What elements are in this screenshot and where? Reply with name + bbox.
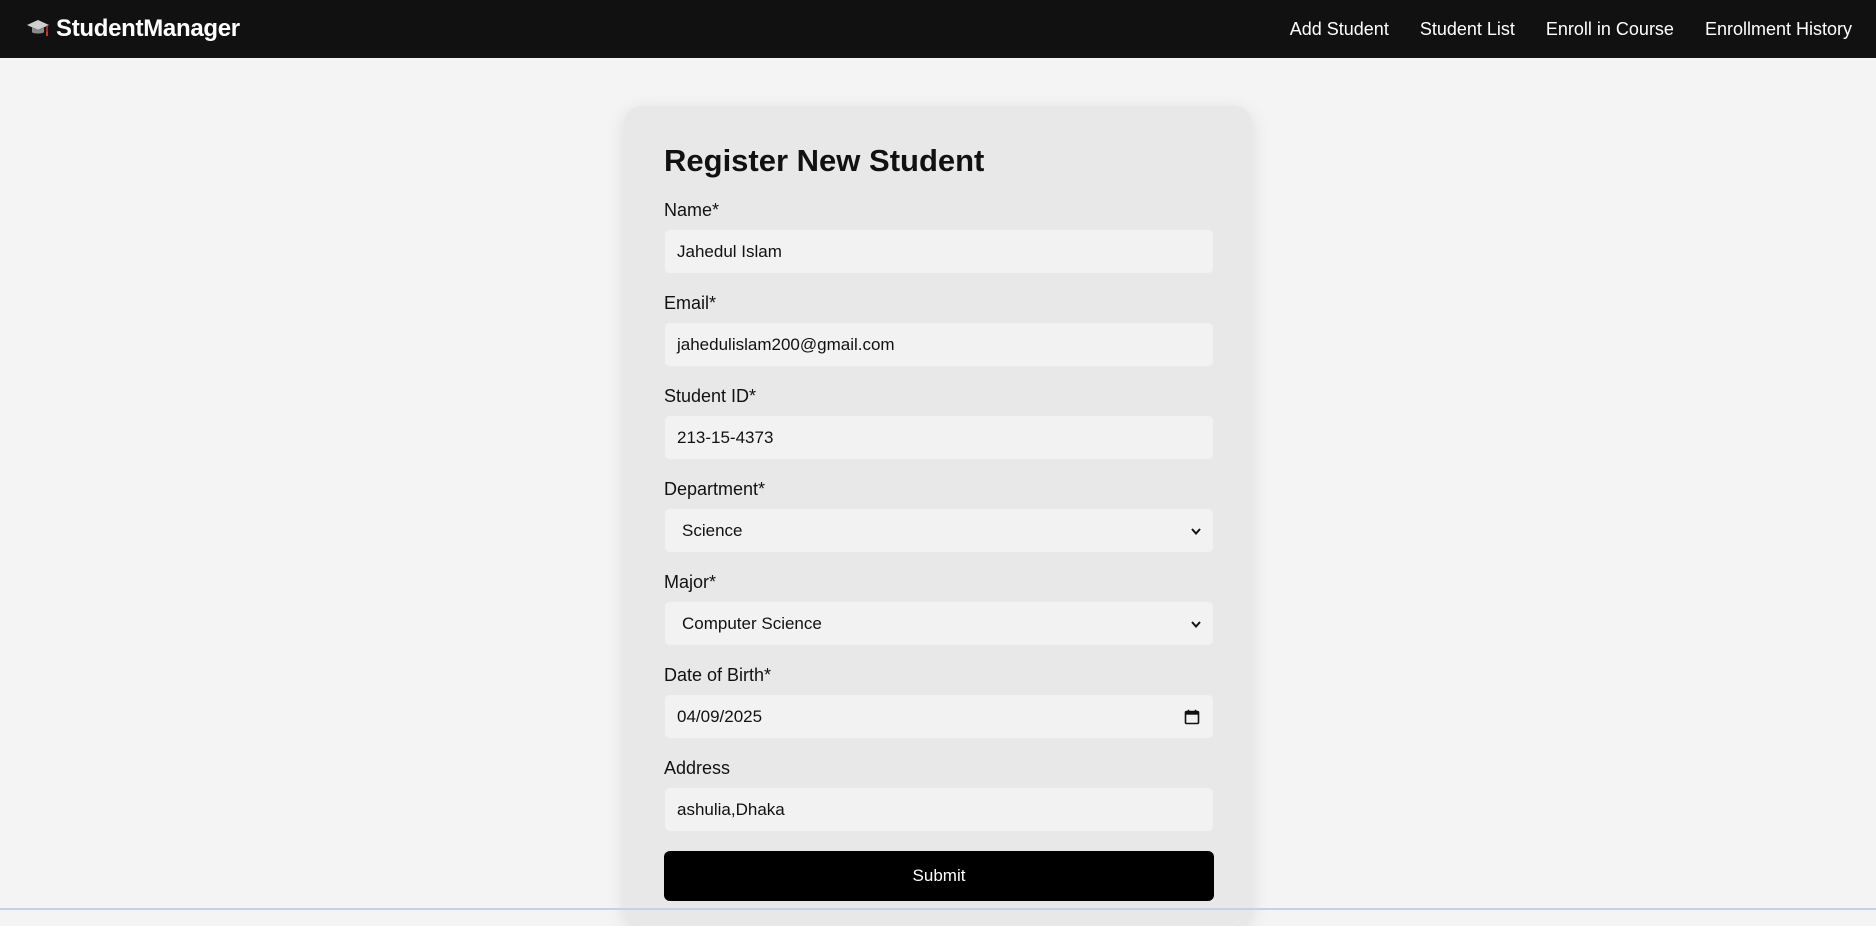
department-label: Department* [664,479,766,500]
major-label: Major* [664,572,717,593]
submit-button[interactable]: Submit [664,851,1214,902]
nav-link-add-student[interactable]: Add Student [1290,19,1389,40]
register-student-card: Register New Student Name* Jahedul Islam… [624,106,1252,926]
email-input-value: jahedulislam200@gmail.com [677,334,895,354]
calendar-icon[interactable] [1183,708,1201,726]
dob-label: Date of Birth* [664,665,772,686]
dob-date-input[interactable]: 04/09/2025 [664,694,1214,740]
department-select-value: Science [682,520,743,540]
address-input-value: ashulia,Dhaka [677,799,785,819]
name-input-value: Jahedul Islam [677,241,782,261]
student-id-input-value: 213-15-4373 [677,427,774,447]
brand-logo[interactable]: StudentManager [26,15,240,43]
address-input[interactable]: ashulia,Dhaka [664,787,1214,833]
name-label: Name* [664,200,720,221]
email-input[interactable]: jahedulislam200@gmail.com [664,322,1214,368]
student-id-label: Student ID* [664,386,757,407]
brand-name: StudentManager [56,15,240,42]
nav-link-enrollment-history[interactable]: Enrollment History [1705,19,1852,40]
student-id-input[interactable]: 213-15-4373 [664,415,1214,461]
address-label: Address [664,758,731,779]
chevron-down-icon [1191,620,1201,628]
form-title: Register New Student [664,143,985,178]
graduation-cap-icon [27,20,49,36]
top-navbar: StudentManager Add Student Student List … [0,0,1876,58]
major-select-value: Computer Science [682,613,822,633]
chevron-down-icon [1191,527,1201,535]
name-input[interactable]: Jahedul Islam [664,229,1214,275]
department-select[interactable]: Science [664,508,1214,554]
email-label: Email* [664,293,717,314]
nav-link-student-list[interactable]: Student List [1420,19,1515,40]
dob-date-value: 04/09/2025 [677,706,763,726]
nav-links: Add Student Student List Enroll in Cours… [1290,19,1852,40]
major-select[interactable]: Computer Science [664,601,1214,647]
nav-link-enroll-in-course[interactable]: Enroll in Course [1546,19,1674,40]
